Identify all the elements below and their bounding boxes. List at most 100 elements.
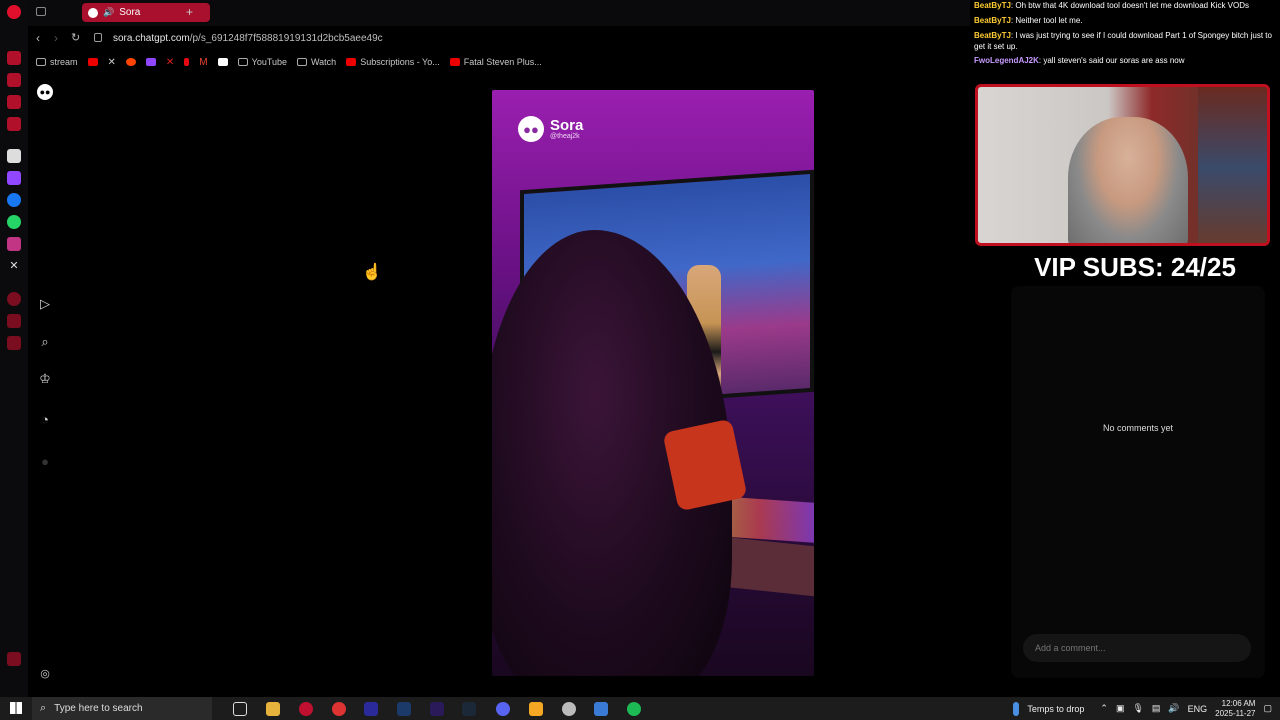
new-tab-icon[interactable]: +	[186, 5, 193, 19]
microphone-icon[interactable]: 🎙	[1132, 703, 1143, 714]
more-icon[interactable]: ◎	[37, 666, 53, 682]
settings-icon[interactable]	[7, 336, 21, 350]
app-icon[interactable]	[594, 702, 608, 716]
netflix-icon[interactable]	[184, 58, 190, 66]
lock-icon	[94, 33, 102, 42]
no-comments-text: No comments yet	[1102, 423, 1174, 433]
chat-user: FwoLegendAJ2K	[974, 56, 1039, 65]
network-icon[interactable]: ▤	[1152, 703, 1161, 714]
back-icon[interactable]: ‹	[36, 31, 40, 45]
steam-icon[interactable]	[462, 702, 476, 716]
notifications-icon[interactable]: ▢	[1263, 703, 1272, 714]
streamer-face	[1068, 117, 1188, 243]
whatsapp-icon[interactable]	[7, 215, 21, 229]
sidebar-app-icon[interactable]	[7, 314, 21, 328]
chat-user: BeatByTJ	[974, 16, 1011, 25]
bookmark-fatal-steven[interactable]: Fatal Steven Plus...	[449, 57, 542, 67]
bookmark-youtube[interactable]: YouTube	[237, 57, 287, 67]
sidebar-app-icon[interactable]	[7, 149, 21, 163]
x-icon[interactable]: ✕	[7, 259, 21, 273]
spotify-icon[interactable]	[627, 702, 641, 716]
x-icon[interactable]: ✕	[108, 57, 116, 68]
history-icon[interactable]	[7, 292, 21, 306]
weather-text[interactable]: Temps to drop	[1027, 704, 1084, 714]
chat-user: BeatByTJ	[974, 1, 1011, 10]
tab-title: Sora	[119, 7, 141, 18]
sora-watermark: ●● Sora @theaj2k	[518, 116, 583, 142]
reddit-icon[interactable]	[125, 58, 136, 66]
creator-handle: @theaj2k	[550, 132, 580, 140]
twitch-icon[interactable]	[7, 171, 21, 185]
shelf	[1198, 87, 1267, 243]
avatar-icon[interactable]: ●	[37, 454, 53, 470]
trophy-icon[interactable]: ♔	[37, 371, 53, 387]
sora-logo-icon: ●●	[518, 116, 544, 142]
windows-start-icon[interactable]	[10, 702, 22, 714]
clock-time: 12:06 AM	[1221, 698, 1256, 708]
bookmark-label: Fatal Steven Plus...	[463, 57, 542, 67]
tab-menu-icon[interactable]	[36, 7, 46, 16]
sidebar-app-icon[interactable]	[7, 95, 21, 109]
bookmark-label: Subscriptions - Yo...	[360, 57, 440, 67]
gmail-icon[interactable]: M	[199, 57, 207, 68]
opera-sidebar: ✕	[0, 0, 28, 697]
chat-text: : I was just trying to see if I could do…	[974, 31, 1272, 51]
twitch-icon[interactable]	[145, 58, 156, 66]
add-comment-input[interactable]	[1023, 634, 1251, 662]
x-red-icon[interactable]: ✕	[166, 57, 174, 68]
app-icon[interactable]	[332, 702, 346, 716]
bookmark-watch[interactable]: Watch	[297, 57, 336, 67]
sidebar-app-icon[interactable]	[7, 73, 21, 87]
amazon-icon[interactable]	[217, 58, 228, 66]
bookmark-label: stream	[50, 57, 78, 67]
chat-text: : Oh btw that 4K download tool doesn't l…	[1010, 1, 1250, 10]
bell-icon[interactable]: ◔	[37, 412, 53, 428]
instagram-icon[interactable]	[7, 237, 21, 251]
chat-text: : yall steven's said our soras are ass n…	[1038, 56, 1185, 65]
sidebar-app-icon[interactable]	[7, 652, 21, 666]
volume-icon[interactable]: 🔊	[1168, 703, 1179, 714]
search-icon: ⌕	[40, 702, 47, 714]
language-indicator[interactable]: ENG	[1188, 704, 1208, 714]
sidebar-app-icon[interactable]	[7, 51, 21, 65]
tray-app-icon[interactable]: ▣	[1116, 703, 1125, 714]
folder-icon	[297, 58, 308, 66]
opera-gx-icon[interactable]	[299, 702, 313, 716]
chat-user: BeatByTJ	[974, 31, 1011, 40]
sora-sidebar: ●● ▷ ⌕ ♔ ◔ ● ◎	[28, 78, 62, 688]
clock[interactable]: 12:06 AM 2025-11-27	[1215, 699, 1255, 719]
search-icon[interactable]: ⌕	[37, 334, 53, 350]
discord-icon[interactable]	[496, 702, 510, 716]
messenger-icon[interactable]	[7, 193, 21, 207]
speaker-icon: 🔊	[103, 7, 115, 17]
bookmark-stream[interactable]: stream	[36, 57, 78, 67]
folder-icon	[237, 58, 248, 66]
play-icon[interactable]: ▷	[37, 296, 53, 312]
search-tool-icon[interactable]	[529, 702, 543, 716]
chevron-up-icon[interactable]: ⌃	[1100, 703, 1108, 714]
task-view-icon[interactable]	[233, 702, 247, 716]
taskbar-search[interactable]: ⌕ Type here to search	[32, 697, 212, 720]
sora-brand: Sora	[550, 116, 584, 134]
chat-message: BeatByTJ: I was just trying to see if I …	[970, 30, 1280, 52]
youtube-icon[interactable]	[87, 58, 98, 66]
media-encoder-icon[interactable]	[364, 702, 378, 716]
folder-icon	[36, 58, 46, 66]
vip-subs-counter: VIP SUBS: 24/25	[1034, 252, 1236, 282]
chat-message: FwoLegendAJ2K: yall steven's said our so…	[970, 55, 1280, 66]
windows-taskbar: ⌕ Type here to search Temps to drop ⌃ ▣ …	[0, 697, 1280, 720]
photoshop-icon[interactable]	[397, 702, 411, 716]
url-field[interactable]: sora.chatgpt.com/p/s_691248f7f5888191913…	[113, 33, 383, 44]
sora-home-icon[interactable]: ●●	[37, 84, 53, 100]
file-explorer-icon[interactable]	[266, 702, 280, 716]
app-icon[interactable]	[562, 702, 576, 716]
sidebar-app-icon[interactable]	[7, 117, 21, 131]
opera-logo-icon[interactable]	[7, 5, 21, 19]
premiere-icon[interactable]	[430, 702, 444, 716]
sora-video-player[interactable]: ●● Sora @theaj2k	[492, 90, 814, 676]
comments-panel: No comments yet	[1011, 286, 1265, 678]
reload-icon[interactable]: ↻	[71, 31, 80, 44]
bookmark-subscriptions[interactable]: Subscriptions - Yo...	[346, 57, 440, 67]
clock-date: 2025-11-27	[1215, 708, 1256, 718]
forward-icon[interactable]: ›	[54, 31, 58, 45]
